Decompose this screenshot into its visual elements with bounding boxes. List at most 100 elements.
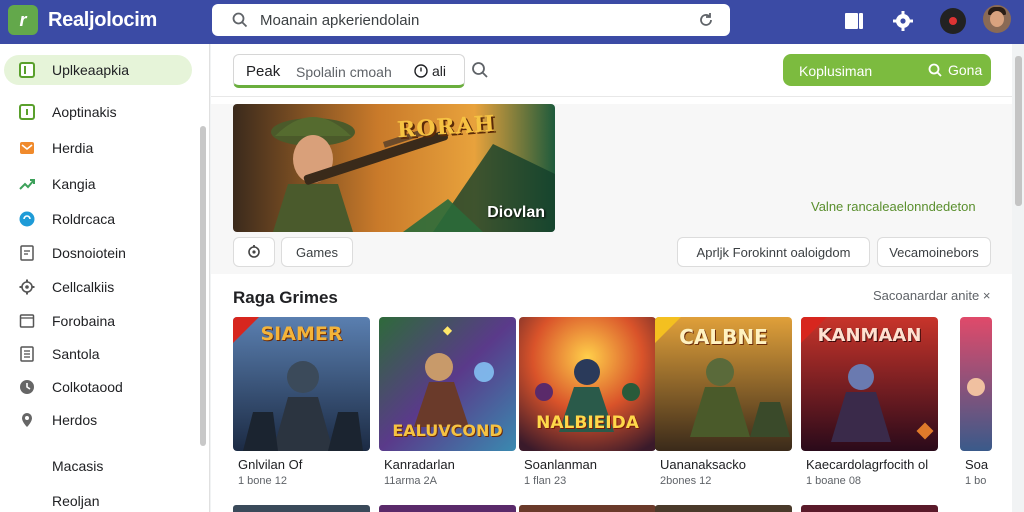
filter-tab-peak[interactable]: Peak <box>246 63 280 80</box>
green-button-go: Gona <box>928 62 982 78</box>
green-button-label: Koplusiman <box>799 63 873 79</box>
game-card-subtitle: 1 bone 12 <box>238 475 287 487</box>
sidebar-item-documents[interactable]: Dosnoiotein <box>4 238 192 268</box>
filter-all-label: ali <box>432 63 447 79</box>
sidebar-item-label: Forobaina <box>52 313 116 329</box>
featured-banner[interactable]: RORAH Diovlan <box>233 104 555 232</box>
sidebar-item-home[interactable]: Uplkeaapkia <box>4 55 192 85</box>
sidebar-link-extra-2[interactable]: Reoljan <box>52 493 99 509</box>
game-card-art: SIAMER <box>233 317 370 451</box>
sidebar-scrollbar[interactable] <box>200 126 206 446</box>
game-card[interactable]: CALBNE Uananaksacko 2bones 12 <box>655 317 792 497</box>
notification-avatar[interactable] <box>940 8 966 34</box>
search-bar[interactable] <box>212 4 730 36</box>
pin-icon <box>18 411 36 429</box>
game-card-subtitle: 2bones 12 <box>660 475 712 487</box>
library-icon[interactable] <box>843 10 865 32</box>
chip-games[interactable]: Games <box>281 237 353 267</box>
card-art-title: EALUVCOND <box>392 421 503 440</box>
chip-recommendations[interactable]: Vecamoinebors <box>877 237 991 267</box>
section-title: Raga Grimes <box>233 288 338 307</box>
app-tile-icon <box>18 61 36 79</box>
divider <box>211 96 1012 97</box>
game-card[interactable]: ◆ EALUVCOND Kanradarlan 11arma 2A <box>379 317 516 497</box>
sidebar-item-settings[interactable]: Cellcalkiis <box>4 272 192 302</box>
game-card-art <box>960 317 992 451</box>
main-scrollbar[interactable] <box>1015 56 1022 206</box>
sidebar-item-label: Uplkeaapkia <box>52 62 130 78</box>
sidebar-item-trending[interactable]: Kangia <box>4 169 192 199</box>
settings-gear-icon[interactable] <box>892 10 914 32</box>
game-card-subtitle: 1 boane 08 <box>806 475 862 487</box>
game-card-art: ◆ EALUVCOND <box>379 317 516 451</box>
filter-tab-secondary[interactable]: Spolalin cmoah <box>296 64 392 80</box>
green-search-button[interactable]: Koplusiman Gona <box>783 54 991 86</box>
card-art-badge: ◆ <box>442 323 453 337</box>
promo-link[interactable]: Valne rancaleaelonndedeton <box>811 199 976 214</box>
game-card-partial[interactable]: Soa 1 bo <box>960 317 992 497</box>
sidebar: Uplkeaapkia Aoptinakis Herdia Kangia Rol… <box>0 44 210 512</box>
game-card[interactable]: KANMAAN Kaecardolagrfocith ol 1 boane 08 <box>801 317 938 497</box>
logo-glyph: r <box>19 9 27 30</box>
sidebar-link-extra-1[interactable]: Macasis <box>52 458 103 474</box>
filter-search-icon[interactable] <box>471 61 489 79</box>
sidebar-item-label: Herdia <box>52 140 94 156</box>
sidebar-item-label: Cellcalkiis <box>52 279 115 295</box>
sidebar-item-label: Colkotaood <box>52 379 123 395</box>
user-avatar[interactable] <box>983 5 1011 33</box>
next-row-preview <box>233 505 993 512</box>
banner-download-label[interactable]: Diovlan <box>487 204 545 222</box>
game-card[interactable]: NALBIEIDA Soanlanman 1 flan 23 <box>519 317 656 497</box>
mail-icon <box>18 139 36 157</box>
top-bar: r Realjolocim <box>0 0 1024 44</box>
game-card-title: Soa <box>965 457 989 472</box>
sidebar-item-label: Roldrcaca <box>52 211 116 227</box>
game-card-subtitle: 1 bo <box>965 475 987 487</box>
app-logo[interactable]: r <box>8 5 38 35</box>
card-art-title: NALBIEIDA <box>536 413 639 433</box>
sidebar-item-label: Dosnoiotein <box>52 245 126 261</box>
game-card[interactable]: SIAMER Gnlvilan Of 1 bone 12 <box>233 317 370 497</box>
game-card-title: Uananaksacko <box>660 457 746 472</box>
main-content: Peak Spolalin cmoah ali Koplusiman Gona <box>211 44 1012 512</box>
game-card-title: Soanlanman <box>524 457 597 472</box>
chat-icon <box>18 210 36 228</box>
sidebar-item-list[interactable]: Santola <box>4 339 192 369</box>
filter-bar[interactable]: Peak Spolalin cmoah ali <box>233 54 465 88</box>
trend-icon <box>18 175 36 193</box>
refresh-gear-icon <box>248 245 260 258</box>
app-title: Realjolocim <box>48 9 157 31</box>
search-icon <box>928 63 942 77</box>
filter-all-toggle[interactable]: ali <box>414 63 446 79</box>
card-art-title: SIAMER <box>260 323 343 345</box>
card-art-title: KANMAAN <box>817 325 922 346</box>
game-card-art: NALBIEIDA <box>519 317 656 451</box>
sidebar-item-label: Santola <box>52 346 100 362</box>
sidebar-item-label: Kangia <box>52 176 96 192</box>
search-icon <box>232 12 248 28</box>
folder-icon <box>18 312 36 330</box>
sidebar-item-apps[interactable]: Aoptinakis <box>4 97 192 127</box>
chip-app-filter[interactable]: Aprljk Forokinnt oaloigdom <box>677 237 870 267</box>
game-card-title: Kaecardolagrfocith ol <box>806 457 929 472</box>
sidebar-item-folders[interactable]: Forobaina <box>4 306 192 336</box>
search-input[interactable] <box>260 11 680 29</box>
sidebar-item-location[interactable]: Herdos <box>4 405 192 435</box>
clock-icon <box>18 378 36 396</box>
game-card-art: KANMAAN <box>801 317 938 451</box>
game-card-subtitle: 1 flan 23 <box>524 475 567 487</box>
sidebar-item-chat[interactable]: Roldrcaca <box>4 204 192 234</box>
game-card-art: CALBNE <box>655 317 792 451</box>
section-see-all-link[interactable]: Sacoanardar anite × <box>873 288 990 303</box>
sidebar-item-label: Aoptinakis <box>52 104 117 120</box>
card-art-title: CALBNE <box>679 325 768 349</box>
list-icon <box>18 345 36 363</box>
game-card-subtitle: 11arma 2A <box>384 475 437 487</box>
doc-icon <box>18 244 36 262</box>
sidebar-item-history[interactable]: Colkotaood <box>4 372 192 402</box>
game-card-title: Kanradarlan <box>384 457 455 472</box>
game-card-title: Gnlvilan Of <box>238 457 303 472</box>
refresh-icon[interactable] <box>698 12 714 28</box>
sidebar-item-mail[interactable]: Herdia <box>4 133 192 163</box>
chip-icon-button[interactable] <box>233 237 275 267</box>
